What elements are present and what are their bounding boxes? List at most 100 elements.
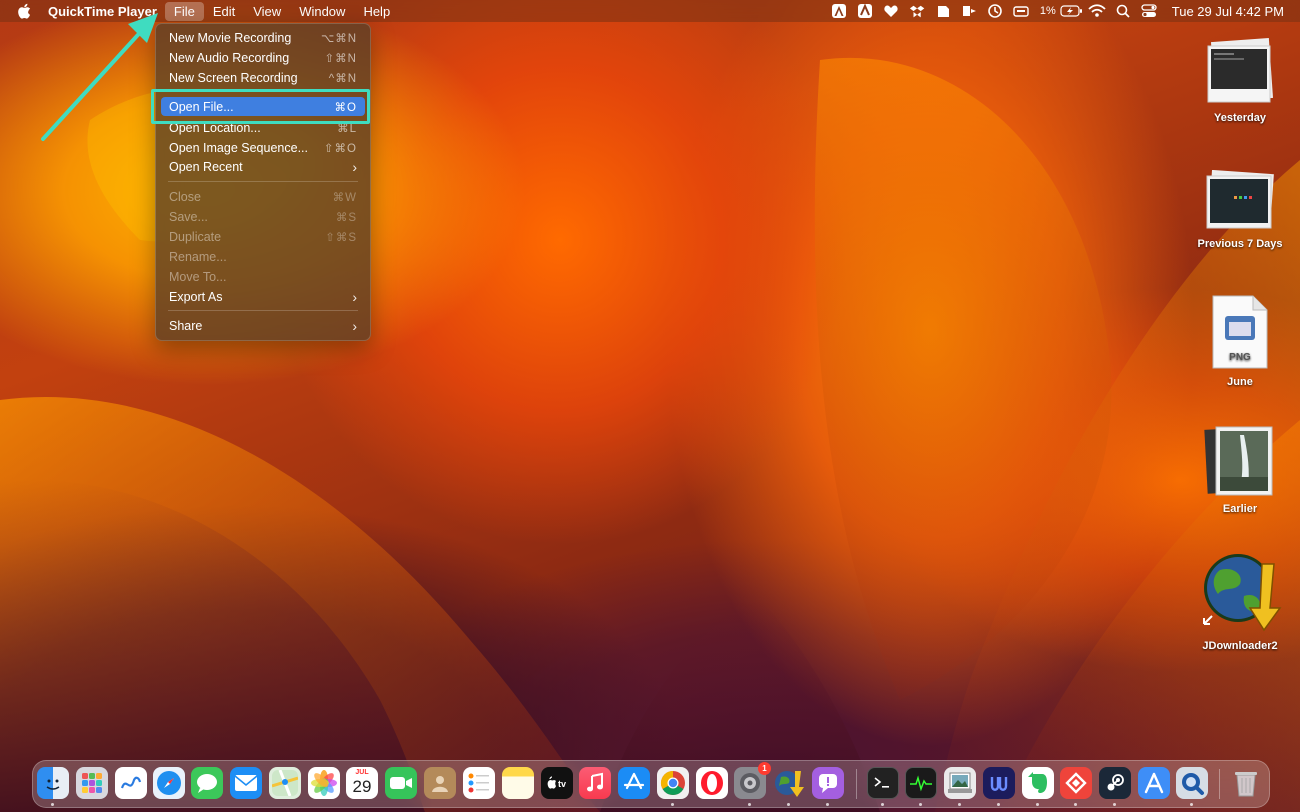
desktop-stack-previous-7-days[interactable]: Previous 7 Days	[1185, 169, 1295, 250]
maps-icon[interactable]	[269, 767, 301, 799]
control-center-icon[interactable]	[1136, 0, 1162, 22]
menu-help[interactable]: Help	[354, 2, 399, 21]
running-indicator	[881, 803, 884, 806]
opera-icon[interactable]	[696, 767, 728, 799]
launchpad-icon[interactable]	[76, 767, 108, 799]
stack-label: June	[1227, 376, 1253, 388]
desktop-stack-earlier[interactable]: Earlier	[1185, 425, 1295, 515]
calendar-month: JUL	[355, 769, 369, 776]
menu-item-move-to[interactable]: Move To...	[161, 267, 365, 286]
preview-icon[interactable]	[944, 767, 976, 799]
dock-separator	[1219, 769, 1220, 799]
battery-percentage[interactable]: 1%	[1040, 5, 1056, 17]
notes-icon[interactable]	[502, 767, 534, 799]
messages-icon[interactable]	[191, 767, 223, 799]
freeform-icon[interactable]	[115, 767, 147, 799]
running-indicator	[958, 803, 961, 806]
menu-item-export-as[interactable]: Export As ›	[161, 287, 365, 306]
shortcut-label: ⌘S	[335, 211, 357, 224]
anydesk-icon[interactable]	[1060, 767, 1092, 799]
battery-icon[interactable]	[1058, 0, 1084, 22]
mail-icon[interactable]	[230, 767, 262, 799]
quicktime-player-icon[interactable]	[1176, 767, 1208, 799]
keyboard-icon[interactable]	[1008, 0, 1034, 22]
app-store-icon[interactable]	[618, 767, 650, 799]
svg-text:tv: tv	[558, 779, 566, 789]
heart-status-icon[interactable]	[878, 0, 904, 22]
ulysses-icon[interactable]	[983, 767, 1015, 799]
chevron-right-icon: ›	[352, 158, 357, 175]
finder-icon[interactable]	[37, 767, 69, 799]
shortcut-label: ⇧⌘S	[325, 231, 357, 244]
menu-item-rename[interactable]: Rename...	[161, 247, 365, 266]
evernote-icon[interactable]	[1022, 767, 1054, 799]
running-indicator	[748, 803, 751, 806]
stack-label: Yesterday	[1214, 112, 1266, 124]
chevron-right-icon: ›	[352, 317, 357, 334]
text-tool-icon[interactable]	[826, 0, 852, 22]
running-indicator	[671, 803, 674, 806]
menu-item-share[interactable]: Share ›	[161, 316, 365, 335]
shortcut-label: ⌥⌘N	[320, 32, 357, 45]
stack-thumbnail	[1205, 38, 1275, 106]
chrome-icon[interactable]	[657, 767, 689, 799]
shortcut-label: ⇧⌘N	[324, 52, 357, 65]
running-indicator	[787, 803, 790, 806]
shortcut-label: ⌘W	[332, 191, 357, 204]
menu-view[interactable]: View	[244, 2, 290, 21]
wifi-icon[interactable]	[1084, 0, 1110, 22]
jdownloader-dock-icon[interactable]	[773, 767, 805, 799]
activity-monitor-icon[interactable]	[905, 767, 937, 799]
menu-separator	[168, 181, 358, 182]
system-settings-icon[interactable]: 1	[734, 762, 771, 799]
dropbox-status-icon[interactable]	[904, 0, 930, 22]
time-machine-icon[interactable]	[982, 0, 1008, 22]
instruments-icon[interactable]	[1138, 767, 1170, 799]
stack-label: Earlier	[1222, 503, 1258, 515]
menu-item-save[interactable]: Save... ⌘S	[161, 207, 365, 226]
stack-label: JDownloader2	[1202, 640, 1278, 652]
ulysses-status-icon[interactable]	[852, 0, 878, 22]
dock-separator	[856, 769, 857, 799]
apple-tv-icon[interactable]: tv	[541, 767, 573, 799]
running-indicator	[51, 803, 54, 806]
trash-icon[interactable]	[1230, 767, 1262, 799]
running-indicator	[997, 803, 1000, 806]
terminal-icon[interactable]	[867, 767, 899, 799]
menu-item-close[interactable]: Close ⌘W	[161, 187, 365, 206]
file-type-label: PNG	[1229, 352, 1251, 363]
spotlight-search-icon[interactable]	[1110, 0, 1136, 22]
menubar-clock[interactable]: Tue 29 Jul 4:42 PM	[1172, 4, 1284, 19]
png-file-icon: PNG	[1211, 294, 1269, 370]
steam-icon[interactable]	[1099, 767, 1131, 799]
stack-thumbnail	[1204, 169, 1276, 232]
notification-badge: 1	[758, 762, 771, 775]
desktop-stack-june[interactable]: PNG June	[1185, 294, 1295, 388]
jdownloader-globe-icon	[1198, 550, 1282, 634]
menu-item-open-recent[interactable]: Open Recent ›	[161, 157, 365, 176]
running-indicator	[1190, 803, 1193, 806]
contacts-icon[interactable]	[424, 767, 456, 799]
facetime-icon[interactable]	[385, 767, 417, 799]
running-indicator	[919, 803, 922, 806]
desktop-stack-yesterday[interactable]: Yesterday	[1185, 38, 1295, 124]
menu-window[interactable]: Window	[290, 2, 354, 21]
anydesk-status-icon[interactable]	[956, 0, 982, 22]
desktop-icon-jdownloader2[interactable]: JDownloader2	[1185, 550, 1295, 652]
annotation-arrow-icon	[41, 13, 158, 141]
calendar-day: 29	[352, 777, 372, 796]
shortcut-label: ⇧⌘O	[323, 142, 357, 155]
menu-edit[interactable]: Edit	[204, 2, 244, 21]
music-icon[interactable]	[579, 767, 611, 799]
feedback-assistant-icon[interactable]	[812, 767, 844, 799]
running-indicator	[1113, 803, 1116, 806]
calendar-icon[interactable]: JUL 29	[346, 767, 378, 799]
reminders-icon[interactable]	[463, 767, 495, 799]
stack-thumbnail	[1204, 425, 1276, 497]
safari-icon[interactable]	[153, 767, 185, 799]
stack-label: Previous 7 Days	[1197, 238, 1283, 250]
photos-icon[interactable]	[308, 767, 340, 799]
shortcut-label: ^⌘N	[328, 72, 357, 85]
evernote-status-icon[interactable]	[930, 0, 956, 22]
menu-item-duplicate[interactable]: Duplicate ⇧⌘S	[161, 227, 365, 246]
